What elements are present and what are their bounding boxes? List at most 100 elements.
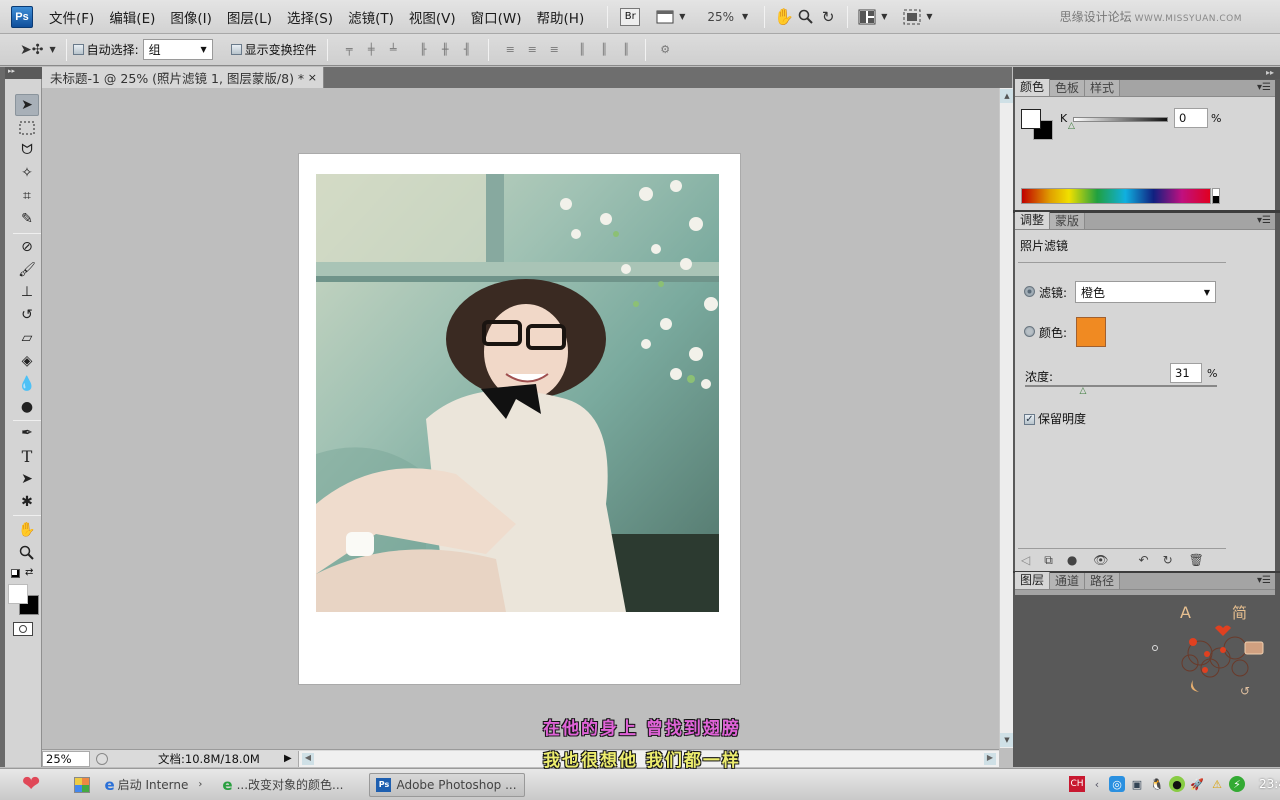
hand-tool-icon[interactable]: ✋ — [773, 7, 795, 27]
marquee-tool-icon[interactable] — [15, 117, 39, 139]
path-selection-tool-icon[interactable]: ➤ — [15, 468, 39, 490]
paint-bucket-tool-icon[interactable]: ◈ — [15, 350, 39, 372]
mini-bridge-icon[interactable] — [654, 7, 676, 27]
magic-wand-tool-icon[interactable]: ✧ — [15, 162, 39, 184]
menu-filter[interactable]: 滤镜(T) — [348, 7, 394, 27]
k-slider-track[interactable] — [1073, 117, 1168, 122]
clip-to-layer-icon[interactable]: ⧉ — [1044, 553, 1053, 568]
preserve-luminosity-checkbox[interactable] — [1024, 414, 1035, 425]
zoom-tool-icon[interactable] — [795, 7, 817, 27]
default-colors-icon[interactable] — [11, 569, 20, 578]
chevron-down-icon[interactable]: ▼ — [881, 12, 887, 21]
align-top-icon[interactable]: ╤ — [340, 42, 358, 58]
quick-launch-icon[interactable] — [74, 776, 91, 793]
taskbar-item-photoshop[interactable]: Ps Adobe Photoshop ... — [369, 772, 526, 797]
distribute-left-icon[interactable]: ║ — [573, 42, 591, 58]
k-value-field[interactable]: 0 — [1174, 108, 1208, 128]
layer-visibility-mask-icon[interactable]: ● — [1067, 553, 1077, 567]
panel-menu-icon[interactable]: ▾☰ — [1257, 82, 1271, 93]
align-hcenter-icon[interactable]: ╫ — [436, 42, 454, 58]
arrange-documents-icon[interactable] — [856, 7, 878, 27]
brush-tool-icon[interactable]: 🖌 — [15, 259, 39, 281]
panel-menu-icon[interactable]: ▾☰ — [1257, 215, 1271, 226]
rotate-view-icon[interactable]: ↻ — [817, 7, 839, 27]
auto-select-target-dropdown[interactable]: 组 ▼ — [142, 39, 213, 60]
scroll-left-icon[interactable]: ◀ — [302, 753, 314, 765]
blur-tool-icon[interactable]: 💧 — [15, 373, 39, 395]
tray-green-icon[interactable]: ● — [1169, 776, 1185, 792]
rocket-icon[interactable]: 🚀 — [1189, 776, 1205, 792]
type-tool-icon[interactable]: T — [15, 445, 39, 467]
align-right-icon[interactable]: ╢ — [458, 42, 476, 58]
back-arrow-icon[interactable]: ◁ — [1021, 553, 1030, 567]
filter-radio[interactable] — [1024, 286, 1035, 297]
zoom-field[interactable]: 25% — [42, 750, 90, 767]
spectrum-white-black[interactable] — [1212, 188, 1220, 204]
hand-tool-icon[interactable]: ✋ — [15, 519, 39, 541]
vertical-scrollbar[interactable]: ▲ ▼ — [999, 88, 1014, 748]
color-spectrum-bar[interactable] — [1021, 188, 1211, 204]
ime-indicator[interactable]: CH — [1069, 776, 1085, 792]
density-slider-track[interactable] — [1025, 385, 1217, 387]
density-field[interactable]: 31 — [1170, 363, 1202, 383]
eye-icon[interactable]: 👁 — [1093, 553, 1108, 567]
distribute-right-icon[interactable]: ║ — [617, 42, 635, 58]
show-transform-checkbox[interactable] — [230, 44, 242, 55]
tab-color[interactable]: 颜色 — [1015, 79, 1051, 96]
menu-image[interactable]: 图像(I) — [170, 7, 212, 27]
eraser-tool-icon[interactable]: ▱ — [15, 327, 39, 349]
view-previous-icon[interactable]: ↶ — [1139, 553, 1149, 567]
foreground-color-swatch[interactable] — [8, 584, 28, 604]
swap-colors-icon[interactable]: ⇄ — [25, 567, 33, 578]
chevron-left-icon[interactable]: ‹ — [1089, 776, 1105, 792]
tab-swatches[interactable]: 色板 — [1050, 80, 1086, 96]
auto-align-layers-icon[interactable]: ⚙ — [656, 42, 674, 58]
shape-tool-icon[interactable]: ✱ — [15, 491, 39, 513]
network-icon[interactable]: ▣ — [1129, 776, 1145, 792]
filter-color-swatch[interactable] — [1076, 317, 1106, 347]
move-tool-icon[interactable]: ➤ — [15, 94, 39, 116]
pen-tool-icon[interactable]: ✒ — [15, 422, 39, 444]
bridge-button[interactable]: Br — [620, 7, 641, 26]
clock[interactable]: 23:41 — [1259, 777, 1280, 791]
taskbar-item-ie[interactable]: e 启动 Interne › — [98, 773, 208, 797]
taskbar-item-browser[interactable]: e ...改变对象的颜色... — [216, 773, 349, 797]
chevron-right-icon[interactable]: › — [198, 779, 202, 790]
healing-brush-tool-icon[interactable]: ⊘ — [15, 236, 39, 258]
distribute-top-icon[interactable]: ≡ — [501, 42, 519, 58]
menu-select[interactable]: 选择(S) — [287, 7, 333, 27]
distribute-bottom-icon[interactable]: ≡ — [545, 42, 563, 58]
menu-edit[interactable]: 编辑(E) — [109, 7, 155, 27]
chevron-down-icon[interactable]: ▼ — [49, 45, 55, 54]
align-left-icon[interactable]: ╟ — [414, 42, 432, 58]
start-button[interactable]: ❤ — [22, 772, 40, 797]
close-icon[interactable]: × — [308, 71, 317, 84]
crop-tool-icon[interactable]: ⌗ — [15, 185, 39, 207]
menu-layer[interactable]: 图层(L) — [227, 7, 272, 27]
status-info-icon[interactable] — [96, 752, 108, 765]
scroll-right-icon[interactable]: ▶ — [984, 753, 996, 765]
tab-layers[interactable]: 图层 — [1015, 572, 1051, 589]
eyedropper-tool-icon[interactable]: ✎ — [15, 208, 39, 230]
distribute-vcenter-icon[interactable]: ≡ — [523, 42, 541, 58]
tools-panel-header[interactable]: ▸▸ — [5, 67, 42, 79]
warning-icon[interactable]: ⚠ — [1209, 776, 1225, 792]
menu-help[interactable]: 帮助(H) — [537, 7, 585, 27]
tab-channels[interactable]: 通道 — [1050, 573, 1086, 589]
scroll-down-icon[interactable]: ▼ — [1000, 733, 1014, 747]
quick-mask-icon[interactable] — [13, 622, 33, 636]
color-radio[interactable] — [1024, 326, 1035, 337]
panel-menu-icon[interactable]: ▾☰ — [1257, 575, 1271, 586]
menu-window[interactable]: 窗口(W) — [471, 7, 522, 27]
zoom-level-select[interactable]: 25% — [707, 10, 734, 24]
align-vcenter-icon[interactable]: ╪ — [362, 42, 380, 58]
tab-paths[interactable]: 路径 — [1085, 573, 1121, 589]
k-slider-handle[interactable]: △ — [1068, 121, 1075, 131]
scroll-up-icon[interactable]: ▲ — [1000, 89, 1014, 103]
tab-styles[interactable]: 样式 — [1085, 80, 1121, 96]
screen-mode-icon[interactable] — [901, 7, 923, 27]
tab-masks[interactable]: 蒙版 — [1050, 213, 1086, 229]
status-menu-arrow-icon[interactable]: ▶ — [284, 753, 292, 764]
menu-view[interactable]: 视图(V) — [409, 7, 456, 27]
lasso-tool-icon[interactable]: ᗢ — [15, 139, 39, 161]
